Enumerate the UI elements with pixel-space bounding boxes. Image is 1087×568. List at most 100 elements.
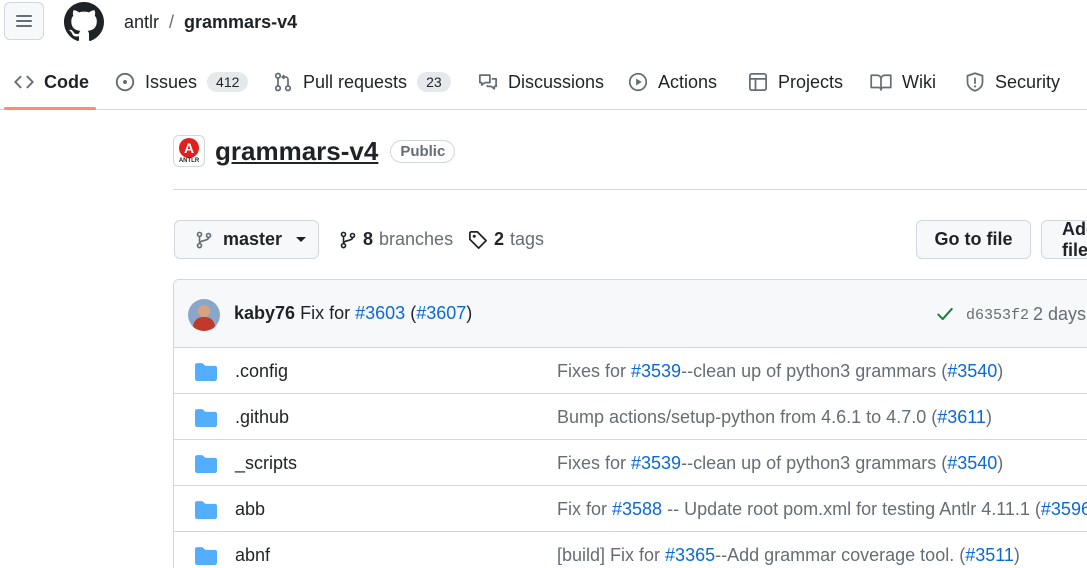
file-msg-ref1[interactable]: #3539: [631, 453, 681, 473]
tags-link[interactable]: 2 tags: [468, 229, 544, 250]
file-msg-ref2[interactable]: #3596: [1041, 499, 1087, 519]
tags-label: tags: [510, 229, 545, 249]
folder-icon: [195, 547, 217, 565]
issues-count-badge: 412: [207, 72, 249, 92]
file-commit-message: [build] Fix for #3365--Add grammar cover…: [557, 545, 1020, 566]
avatar-body-shape: [193, 317, 215, 331]
breadcrumb-owner[interactable]: antlr: [124, 12, 159, 33]
table-row: abb Fix for #3588 -- Update root pom.xml…: [174, 486, 1087, 532]
file-name[interactable]: abb: [235, 499, 265, 520]
file-name[interactable]: _scripts: [235, 453, 297, 474]
table-row: _scripts Fixes for #3539--clean up of py…: [174, 440, 1087, 486]
comment-discussion-icon: [479, 74, 497, 90]
branches-label: branches: [379, 229, 454, 249]
commit-pr-link[interactable]: #3607: [416, 303, 466, 323]
book-icon: [870, 74, 892, 91]
tab-projects[interactable]: Projects: [748, 56, 843, 108]
tab-code-label: Code: [44, 71, 89, 92]
folder-icon: [195, 363, 217, 381]
branch-select-button[interactable]: master: [174, 220, 319, 259]
file-msg-ref1[interactable]: #3611: [937, 407, 986, 427]
tab-security-label: Security: [995, 71, 1061, 92]
table-row: .config Fixes for #3539--clean up of pyt…: [174, 348, 1087, 394]
folder-icon: [195, 455, 217, 473]
table-row: abnf [build] Fix for #3365--Add grammar …: [174, 532, 1087, 568]
top-bar: antlr / grammars-v4: [0, 0, 1087, 48]
file-msg-pre: [build] Fix for: [557, 545, 666, 565]
repo-title[interactable]: grammars-v4: [215, 136, 378, 167]
tab-pull-requests-label: Pull requests: [303, 71, 408, 92]
file-name[interactable]: abnf: [235, 545, 270, 566]
latest-commit-message: kaby76 Fix for #3603 (#3607): [234, 303, 472, 324]
file-msg-ref2[interactable]: #3540: [947, 361, 997, 381]
tab-security[interactable]: Security: [965, 56, 1060, 108]
tags-count: 2: [494, 229, 505, 249]
tab-actions[interactable]: Actions: [628, 56, 717, 108]
breadcrumb-repo[interactable]: grammars-v4: [184, 12, 297, 33]
tag-icon: [469, 230, 487, 249]
visibility-badge: Public: [390, 139, 456, 163]
git-pull-request-icon: [274, 72, 292, 92]
tab-pull-requests[interactable]: Pull requests 23: [273, 56, 451, 108]
branches-count: 8: [363, 229, 374, 249]
commit-sha[interactable]: d6353f2: [966, 307, 1029, 324]
pull-requests-count-badge: 23: [417, 72, 451, 92]
file-msg-ref1[interactable]: #3588: [612, 499, 662, 519]
file-msg-mid: ): [985, 407, 992, 427]
repo-nav-tabs: Code Issues 412 Pull requests 23 Discuss…: [0, 56, 1087, 110]
code-icon: [14, 75, 34, 89]
file-commit-message: Fixes for #3539--clean up of python3 gra…: [557, 453, 1003, 474]
breadcrumb-separator: /: [169, 12, 175, 32]
file-msg-pre: Fix for: [557, 499, 613, 519]
issue-opened-icon: [115, 72, 135, 92]
tab-discussions[interactable]: Discussions: [478, 56, 604, 108]
commit-message-prefix: Fix for: [300, 303, 351, 323]
file-commit-message: Fixes for #3539--clean up of python3 gra…: [557, 361, 1003, 382]
tab-projects-label: Projects: [778, 71, 844, 92]
file-commit-message: Fix for #3588 -- Update root pom.xml for…: [557, 499, 1087, 520]
check-icon[interactable]: [936, 305, 954, 323]
file-msg-pre: Bump actions/setup-python from 4.6.1 to …: [557, 407, 938, 427]
file-msg-post: ): [1013, 545, 1020, 565]
file-msg-ref2[interactable]: #3540: [947, 453, 997, 473]
hamburger-menu-button[interactable]: [4, 2, 44, 40]
file-msg-pre: Fixes for: [557, 361, 632, 381]
file-msg-ref1[interactable]: #3365: [665, 545, 715, 565]
file-msg-pre: Fixes for: [557, 453, 632, 473]
file-msg-mid: --clean up of python3 grammars (: [681, 361, 948, 381]
file-name[interactable]: .github: [235, 407, 289, 428]
antlr-logo-letter: A: [179, 137, 199, 158]
current-branch-label: master: [223, 229, 283, 249]
folder-icon: [195, 501, 217, 519]
go-to-file-button[interactable]: Go to file: [916, 220, 1031, 259]
table-icon: [749, 73, 767, 91]
git-branch-icon: [340, 231, 356, 248]
file-name[interactable]: .config: [235, 361, 288, 382]
tab-discussions-label: Discussions: [508, 71, 605, 92]
avatar[interactable]: [188, 299, 220, 331]
file-msg-ref2[interactable]: #3511: [965, 545, 1014, 565]
commit-issue-link[interactable]: #3603: [355, 303, 405, 323]
file-commit-message: Bump actions/setup-python from 4.6.1 to …: [557, 407, 992, 428]
file-msg-ref1[interactable]: #3539: [631, 361, 681, 381]
tab-code[interactable]: Code: [14, 56, 89, 108]
latest-commit-row: kaby76 Fix for #3603 (#3607) d6353f2 2 d…: [174, 280, 1087, 348]
play-icon: [628, 72, 648, 92]
file-msg-post: ): [997, 453, 1004, 473]
antlr-logo-text: ANTLR: [178, 157, 200, 164]
branches-link[interactable]: 8 branches: [339, 229, 453, 250]
tab-wiki[interactable]: Wiki: [870, 56, 936, 108]
add-file-button[interactable]: Add file: [1041, 219, 1087, 260]
commit-author[interactable]: kaby76: [234, 303, 295, 323]
avatar-head-shape: [198, 305, 210, 317]
selected-tab-indicator: [4, 107, 96, 110]
repo-owner-avatar[interactable]: A ANTLR: [173, 135, 205, 167]
shield-icon: [966, 72, 984, 92]
tab-issues[interactable]: Issues 412: [115, 56, 249, 108]
tab-actions-label: Actions: [658, 71, 718, 92]
header-divider: [173, 189, 1087, 190]
tab-wiki-label: Wiki: [902, 71, 936, 92]
folder-icon: [195, 409, 217, 427]
github-logo-icon[interactable]: [64, 2, 104, 42]
file-listing: kaby76 Fix for #3603 (#3607) d6353f2 2 d…: [173, 279, 1087, 568]
